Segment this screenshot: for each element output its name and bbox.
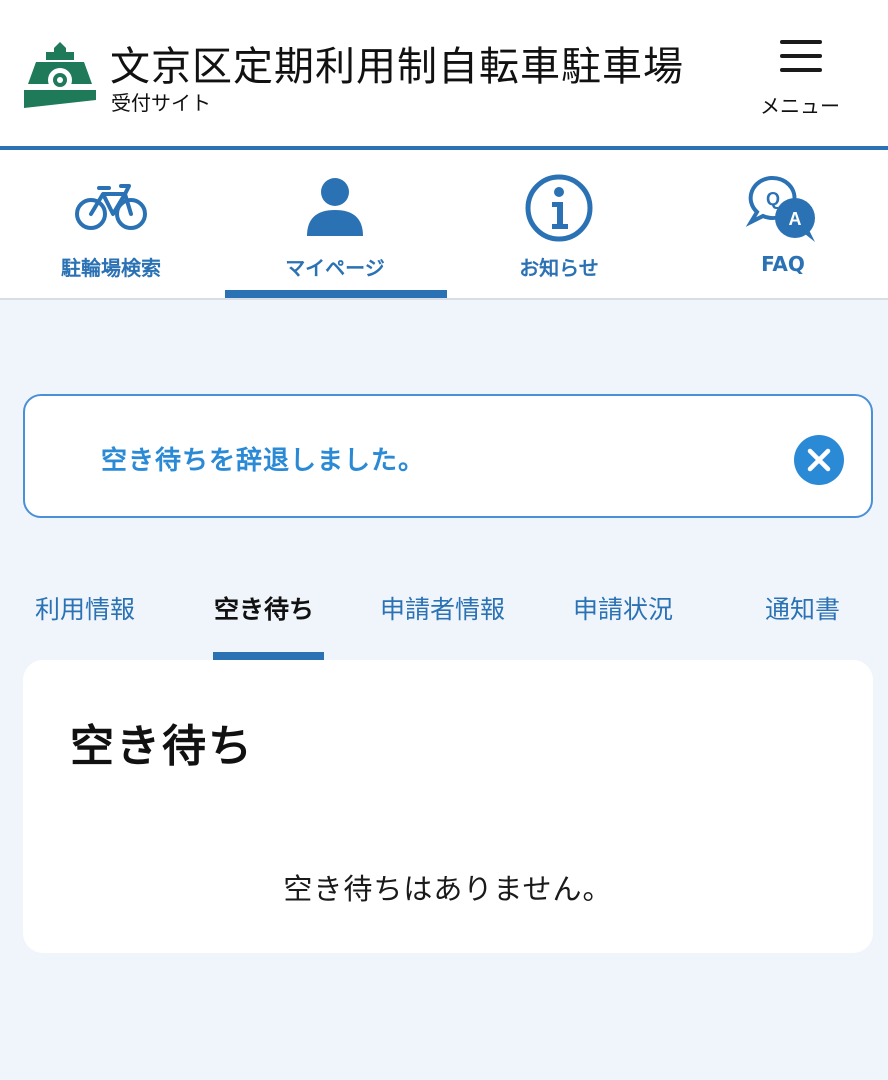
menu-label: メニュー — [760, 94, 840, 118]
nav-item-mypage[interactable]: マイページ — [224, 150, 446, 298]
nav-label-mypage: マイページ — [285, 256, 385, 280]
tab-usage-info[interactable]: 利用情報 — [35, 590, 135, 660]
waitlist-card: 空き待ち 空き待ちはありません。 — [23, 660, 873, 953]
tab-notices[interactable]: 通知書 — [765, 590, 840, 660]
svg-text:A: A — [789, 209, 802, 229]
nav-active-indicator — [225, 290, 447, 298]
close-icon[interactable] — [793, 434, 845, 486]
main-nav: 駐輪場検索 マイページ お知らせ Q A FAQ — [0, 150, 888, 300]
nav-label-parking-search: 駐輪場検索 — [61, 256, 161, 280]
empty-state-message: 空き待ちはありません。 — [283, 872, 613, 906]
user-icon — [307, 178, 363, 236]
menu-button[interactable]: メニュー — [752, 36, 848, 122]
svg-text:Q: Q — [766, 189, 780, 209]
nav-item-news[interactable]: お知らせ — [448, 150, 670, 298]
info-icon — [525, 174, 593, 242]
ward-logo[interactable] — [22, 40, 98, 112]
tab-active-indicator — [213, 652, 324, 660]
alert-message: 空き待ちを辞退しました。 — [101, 446, 426, 476]
faq-icon: Q A — [745, 175, 815, 242]
app-header: 文京区定期利用制自転車駐車場 受付サイト メニュー — [0, 0, 888, 148]
tab-application-status[interactable]: 申請状況 — [573, 590, 673, 660]
hamburger-icon — [780, 40, 822, 72]
site-subtitle: 受付サイト — [111, 91, 211, 115]
tab-waitlist[interactable]: 空き待ち — [214, 590, 314, 660]
bicycle-icon — [75, 184, 147, 230]
card-title: 空き待ち — [70, 721, 254, 772]
nav-label-news: お知らせ — [519, 256, 599, 280]
nav-item-parking-search[interactable]: 駐輪場検索 — [0, 150, 222, 298]
site-title[interactable]: 文京区定期利用制自転車駐車場 — [110, 34, 684, 92]
nav-item-faq[interactable]: Q A FAQ — [672, 150, 888, 298]
nav-label-faq: FAQ — [761, 252, 805, 276]
notification-alert: 空き待ちを辞退しました。 — [23, 394, 873, 518]
mypage-tabs: 利用情報 空き待ち 申請者情報 申請状況 通知書 — [0, 590, 888, 662]
tab-applicant-info[interactable]: 申請者情報 — [380, 590, 505, 660]
